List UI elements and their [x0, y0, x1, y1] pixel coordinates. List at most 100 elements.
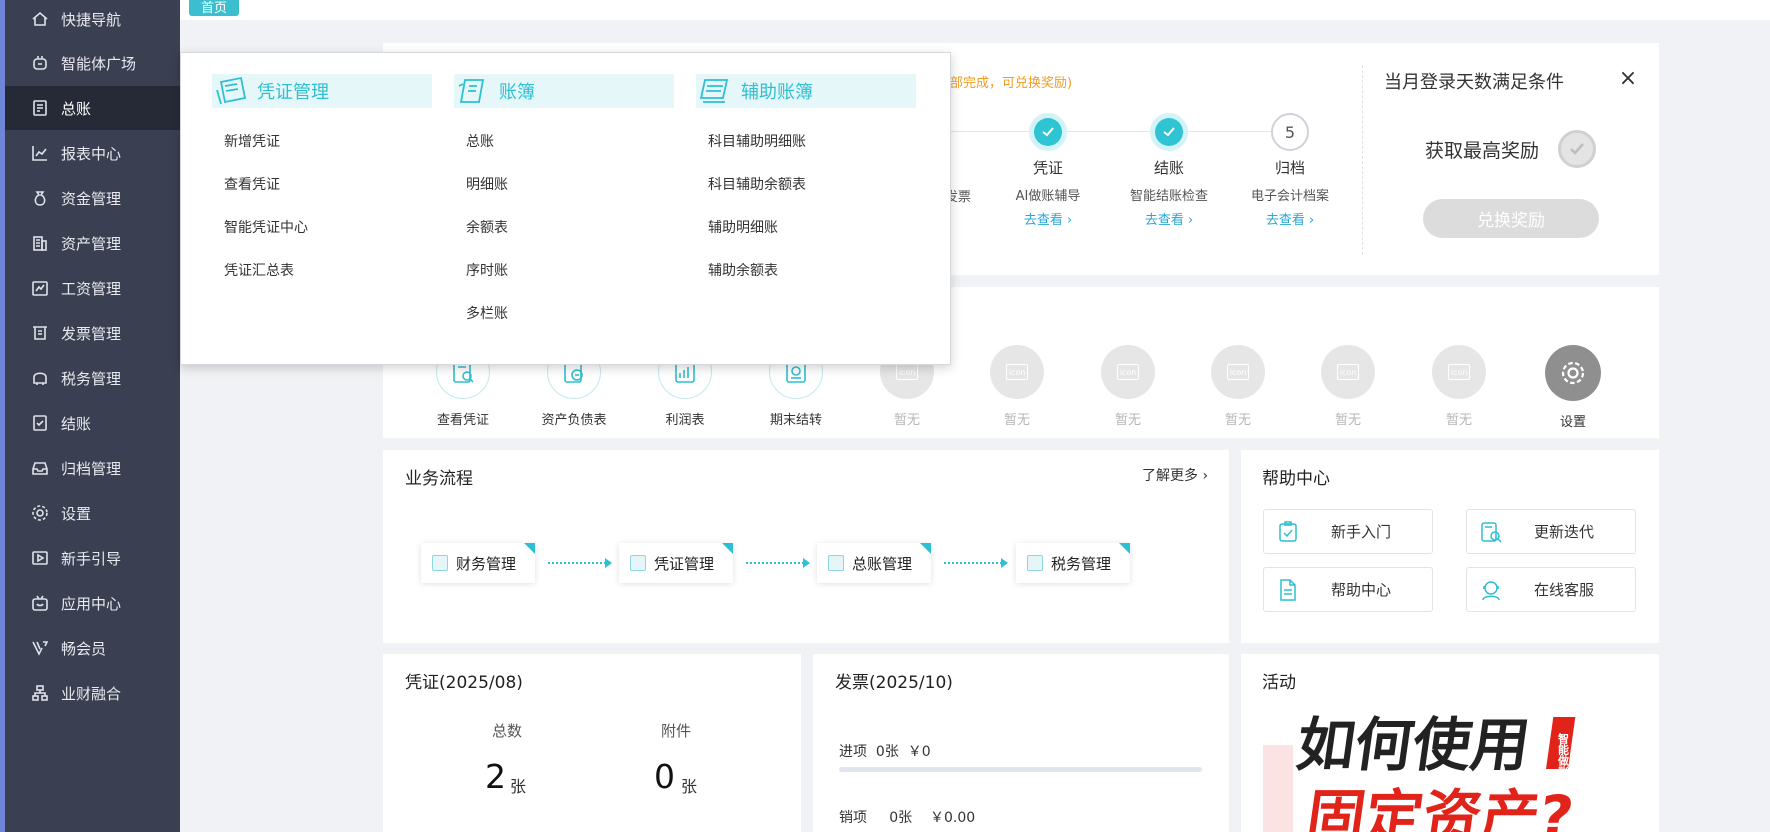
checkout-icon [31, 414, 49, 432]
menu-item-balance-table[interactable]: 余额表 [466, 217, 508, 237]
flow-step-voucher[interactable]: 凭证管理 [619, 543, 733, 583]
step-title: 归档 [1274, 159, 1305, 177]
support-icon [1479, 578, 1503, 602]
invoice-title: 发票(2025/10) [835, 673, 953, 693]
sidebar-item-agent-square[interactable]: 智能体广场 [5, 41, 180, 85]
sidebar-item-label: 智能体广场 [61, 54, 137, 73]
close-icon[interactable]: × [1617, 68, 1639, 90]
sidebar-item-app-center[interactable]: 应用中心 [5, 581, 180, 625]
quick-item-label: 暂无 [893, 413, 920, 428]
activity-banner[interactable]: 如何使用 智能做账 固定资产? [1263, 705, 1611, 832]
voucher-total-unit: 张 [510, 777, 527, 796]
quick-item-empty-5[interactable]: icon 暂无 [1303, 345, 1393, 428]
sidebar-item-general-ledger[interactable]: 总账 [5, 86, 180, 130]
flow-arrow [944, 558, 1008, 568]
step-desc: 电子会计档案 [1250, 189, 1329, 204]
quick-item-label: 暂无 [1224, 413, 1251, 428]
sidebar-item-label: 设置 [61, 504, 92, 523]
doc-search-icon [1479, 520, 1503, 544]
sidebar-item-business-finance[interactable]: 业财融合 [5, 671, 180, 715]
sidebar-item-reports[interactable]: 报表中心 [5, 131, 180, 175]
input-count: 0张 [875, 744, 899, 760]
quick-item-settings[interactable]: 设置 [1528, 345, 1618, 430]
voucher-icon [215, 76, 249, 106]
flow-step-tax[interactable]: 税务管理 [1016, 543, 1130, 583]
quick-item-empty-3[interactable]: icon 暂无 [1083, 345, 1173, 428]
menu-item-aux-subject-detail[interactable]: 科目辅助明细账 [708, 131, 806, 151]
menu-group-voucher: 凭证管理 [212, 74, 432, 108]
placeholder-icon: icon [990, 345, 1044, 399]
sidebar-item-vip[interactable]: 畅会员 [5, 626, 180, 670]
step-desc: 智能结账检查 [1129, 189, 1208, 204]
step-voucher: 凭证 AI做账辅导 去查看 › [988, 113, 1108, 228]
sidebar-item-archive[interactable]: 归档管理 [5, 446, 180, 490]
sidebar-item-settings[interactable]: 设置 [5, 491, 180, 535]
quick-item-empty-4[interactable]: icon 暂无 [1193, 345, 1283, 428]
check-icon [1558, 130, 1596, 168]
menu-item-aux-subject-balance[interactable]: 科目辅助余额表 [708, 174, 806, 194]
quick-item-empty-6[interactable]: icon 暂无 [1414, 345, 1504, 428]
invoice-icon [31, 324, 49, 342]
redeem-button[interactable]: 兑换奖励 [1423, 199, 1599, 238]
online-support-button[interactable]: 在线客服 [1466, 567, 1636, 612]
menu-item-detail-ledger[interactable]: 明细账 [466, 174, 508, 194]
menu-item-view-voucher[interactable]: 查看凭证 [224, 174, 280, 194]
step-link[interactable]: 去查看 › [988, 209, 1108, 228]
building-icon [31, 234, 49, 252]
flow-step-label: 财务管理 [456, 554, 517, 573]
gear-icon [31, 504, 49, 522]
sidebar-item-label: 业财融合 [61, 684, 122, 703]
menu-item-aux-balance[interactable]: 辅助余额表 [708, 260, 778, 280]
learn-more-link[interactable]: 了解更多 › [1142, 465, 1208, 485]
reward-title: 当月登录天数满足条件 [1384, 72, 1564, 93]
step-link[interactable]: 去查看 › [1230, 209, 1350, 228]
output-amount: ￥0.00 [930, 810, 976, 826]
flow-step-finance[interactable]: 财务管理 [421, 543, 535, 583]
step-link[interactable]: 去查看 › [1109, 209, 1229, 228]
beginner-button[interactable]: 新手入门 [1263, 509, 1433, 554]
reward-divider [1362, 65, 1363, 255]
updates-button[interactable]: 更新迭代 [1466, 509, 1636, 554]
sidebar-item-invoices[interactable]: 发票管理 [5, 311, 180, 355]
corner-marker [920, 543, 931, 554]
step-title: 结账 [1153, 159, 1184, 177]
robot-icon [31, 54, 49, 72]
sidebar-item-beginner-guide[interactable]: 新手引导 [5, 536, 180, 580]
menu-item-voucher-summary[interactable]: 凭证汇总表 [224, 260, 294, 280]
flow-step-ledger[interactable]: 总账管理 [817, 543, 931, 583]
sidebar-item-assets[interactable]: 资产管理 [5, 221, 180, 265]
sidebar-item-quick-nav[interactable]: 快捷导航 [5, 0, 180, 41]
step-title: 凭证 [1032, 159, 1063, 177]
menu-group-books: 账簿 [454, 74, 674, 108]
flow-step-label: 凭证管理 [654, 554, 715, 573]
menu-item-smart-voucher[interactable]: 智能凭证中心 [224, 217, 308, 237]
corner-marker [1119, 543, 1130, 554]
placeholder-icon: icon [1321, 345, 1375, 399]
output-count: 0张 [889, 810, 913, 826]
help-center-button[interactable]: 帮助中心 [1263, 567, 1433, 612]
menu-item-aux-detail[interactable]: 辅助明细账 [708, 217, 778, 237]
sidebar-item-tax[interactable]: 税务管理 [5, 356, 180, 400]
org-icon [31, 684, 49, 702]
menu-item-general-ledger[interactable]: 总账 [466, 131, 494, 151]
gear-icon [1545, 345, 1601, 401]
reward-hint: 部完成，可兑换奖励) [950, 76, 1073, 91]
sidebar-item-funds[interactable]: 资金管理 [5, 176, 180, 220]
voucher-total-label: 总数 [492, 722, 523, 740]
voucher-attach-value: 0 [654, 757, 675, 796]
sidebar-item-payroll[interactable]: 工资管理 [5, 266, 180, 310]
voucher-title: 凭证(2025/08) [405, 673, 523, 693]
tax-icon [1027, 555, 1043, 571]
sidebar-item-label: 税务管理 [61, 369, 122, 388]
quick-item-empty-2[interactable]: icon 暂无 [972, 345, 1062, 428]
flow-title: 业务流程 [405, 469, 473, 489]
money-bag-icon [31, 189, 49, 207]
quick-item-label: 暂无 [1003, 413, 1030, 428]
tab-home[interactable]: 首页 [189, 0, 239, 16]
sidebar-item-checkout[interactable]: 结账 [5, 401, 180, 445]
activity-title: 活动 [1262, 673, 1296, 693]
menu-item-new-voucher[interactable]: 新增凭证 [224, 131, 280, 151]
menu-item-multi-column[interactable]: 多栏账 [466, 303, 508, 323]
corner-marker [722, 543, 733, 554]
menu-item-journal[interactable]: 序时账 [466, 260, 508, 280]
